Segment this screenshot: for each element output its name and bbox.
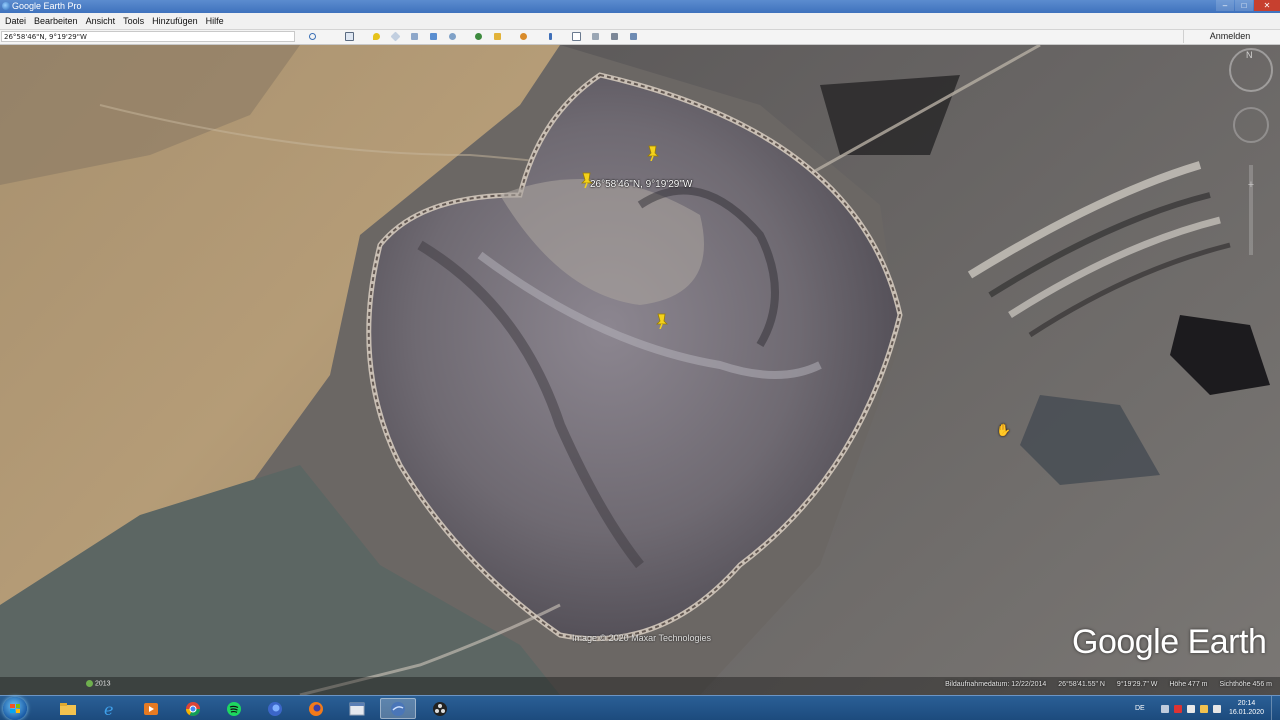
menu-ansicht[interactable]: Ansicht	[86, 16, 116, 26]
placemark-pin-icon[interactable]	[655, 313, 669, 329]
save-image-icon[interactable]	[608, 31, 620, 42]
explorer-icon[interactable]	[50, 698, 86, 719]
svg-text:e: e	[104, 701, 113, 717]
language-indicator[interactable]: DE	[1135, 705, 1145, 712]
email-icon[interactable]	[570, 31, 582, 42]
tray-arrow-icon[interactable]	[1160, 704, 1169, 713]
start-button[interactable]	[3, 697, 27, 720]
google-earth-taskbar-icon[interactable]	[380, 698, 416, 719]
tour-icon[interactable]	[446, 31, 458, 42]
title-bar: Google Earth Pro – □ ✕	[0, 0, 1280, 13]
placemark-icon[interactable]	[370, 31, 382, 42]
clock-date: 16.01.2020	[1228, 709, 1264, 716]
overlay-icon[interactable]	[427, 31, 439, 42]
system-tray: DE	[1135, 696, 1226, 720]
menu-bearbeiten[interactable]: Bearbeiten	[34, 16, 78, 26]
ruler-icon[interactable]	[544, 31, 556, 42]
login-button[interactable]: Anmelden	[1183, 30, 1276, 43]
chrome-icon[interactable]	[175, 698, 211, 719]
menu-datei[interactable]: Datei	[5, 16, 26, 26]
globe-icon	[86, 680, 93, 687]
network-icon[interactable]	[1186, 704, 1195, 713]
latitude: 26°58'41.55" N	[1058, 681, 1105, 688]
show-desktop-button[interactable]	[1271, 696, 1280, 720]
imagery-date: Bildaufnahmedatum: 12/22/2014	[945, 681, 1047, 688]
minimize-button[interactable]: –	[1216, 0, 1234, 11]
print-icon[interactable]	[589, 31, 601, 42]
antivirus-icon[interactable]	[1173, 704, 1182, 713]
clock-time: 20:14	[1237, 700, 1256, 707]
close-button[interactable]: ✕	[1254, 0, 1280, 11]
spotify-icon[interactable]	[216, 698, 252, 719]
menu-tools[interactable]: Tools	[123, 16, 144, 26]
eye-altitude: Sichthöhe 456 m	[1219, 681, 1272, 688]
maps-icon[interactable]	[627, 31, 639, 42]
historical-imagery-icon[interactable]	[517, 31, 529, 42]
windows-taskbar: e DE 20:14 16.01.2020	[0, 695, 1280, 720]
hand-cursor-icon: ✋	[996, 423, 1011, 437]
menu-bar: Datei Bearbeiten Ansicht Tools Hinzufüge…	[0, 13, 1280, 30]
imagery-copyright: Image © 2020 Maxar Technologies	[572, 633, 712, 643]
path-icon[interactable]	[408, 31, 420, 42]
maximize-button[interactable]: □	[1235, 0, 1253, 11]
polygon-icon[interactable]	[389, 31, 401, 42]
sun-icon[interactable]	[491, 31, 503, 42]
menu-hinzufuegen[interactable]: Hinzufügen	[152, 16, 198, 26]
search-input[interactable]: 26°58'46"N, 9°19'29"W	[1, 31, 295, 42]
google-earth-app-icon	[2, 2, 10, 10]
longitude: 9°19'29.7" W	[1116, 681, 1158, 688]
window-title: Google Earth Pro	[12, 1, 82, 11]
historical-year: 2013	[86, 680, 111, 687]
look-control-icon[interactable]	[1233, 107, 1269, 143]
clock[interactable]: 20:14 16.01.2020	[1229, 699, 1264, 717]
internet-explorer-icon[interactable]: e	[92, 698, 128, 719]
earth-view[interactable]: 26°58'46"N, 9°19'29"W Image © 2020 Maxar…	[0, 45, 1280, 695]
placemark-pin-icon[interactable]	[646, 145, 660, 161]
placemark-label[interactable]: 26°58'46"N, 9°19'29"W	[590, 179, 692, 190]
toolbar: 26°58'46"N, 9°19'29"W Anmelden	[0, 30, 1280, 45]
menu-hilfe[interactable]: Hilfe	[206, 16, 224, 26]
status-bar: Bildaufnahmedatum: 12/22/2014 26°58'41.5…	[935, 681, 1272, 688]
sidebar-icon[interactable]	[343, 31, 355, 42]
google-earth-logo: Google Earth	[1072, 623, 1267, 661]
elevation: Höhe 477 m	[1169, 681, 1208, 688]
media-player-icon[interactable]	[133, 698, 169, 719]
planets-icon[interactable]	[472, 31, 484, 42]
firefox-blue-icon[interactable]	[257, 698, 293, 719]
volume-icon[interactable]	[1212, 704, 1221, 713]
compass-icon[interactable]: N	[1229, 48, 1273, 92]
search-icon[interactable]	[306, 31, 318, 42]
satellite-imagery	[0, 45, 1280, 695]
flag-icon[interactable]	[1199, 704, 1208, 713]
zoom-in-icon[interactable]: +	[1244, 179, 1258, 193]
obs-icon[interactable]	[422, 698, 458, 719]
firefox-icon[interactable]	[298, 698, 334, 719]
app-window-icon[interactable]	[339, 698, 375, 719]
